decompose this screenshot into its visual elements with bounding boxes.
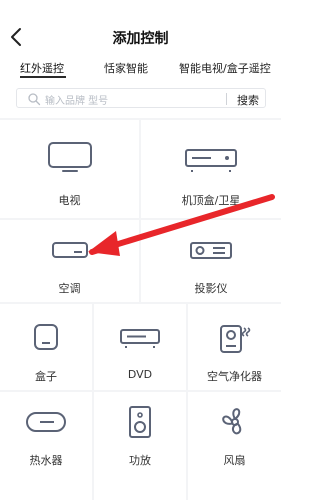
device-fan[interactable]: 风扇 xyxy=(188,392,281,500)
device-label: DVD xyxy=(127,368,153,381)
device-label: 热水器 xyxy=(29,454,63,467)
device-label: 风扇 xyxy=(223,454,246,467)
device-water-heater[interactable]: 热水器 xyxy=(0,392,92,500)
air-conditioner-icon xyxy=(51,242,88,258)
search-bar: 输入品牌 型号 搜索 xyxy=(16,88,266,108)
search-input[interactable]: 输入品牌 型号 xyxy=(45,92,108,107)
search-button[interactable]: 搜索 xyxy=(237,92,259,108)
device-label: 功放 xyxy=(129,454,151,467)
device-label: 电视 xyxy=(58,194,81,207)
set-top-box-icon xyxy=(185,149,237,172)
amplifier-icon xyxy=(129,406,151,438)
device-box[interactable]: 盒子 xyxy=(0,304,92,390)
tab-tianjia-smart[interactable]: 恬家智能 xyxy=(104,60,148,76)
tv-icon xyxy=(47,142,92,172)
device-air-conditioner[interactable]: 空调 xyxy=(0,220,139,302)
device-label: 空调 xyxy=(58,282,81,295)
fan-icon xyxy=(221,408,241,435)
tab-bar: 红外遥控 恬家智能 智能电视/盒子遥控 xyxy=(0,56,281,82)
box-icon xyxy=(34,324,58,350)
tab-infrared[interactable]: 红外遥控 xyxy=(20,60,64,76)
projector-icon xyxy=(190,242,232,259)
water-heater-icon xyxy=(26,412,66,432)
device-label: 投影仪 xyxy=(194,282,228,295)
search-icon xyxy=(28,93,41,106)
device-label: 空气净化器 xyxy=(207,370,262,383)
device-amplifier[interactable]: 功放 xyxy=(94,392,186,500)
active-tab-indicator xyxy=(20,76,66,78)
device-set-top-box[interactable]: 机顶盒/卫星 xyxy=(141,120,281,218)
device-tv[interactable]: 电视 xyxy=(0,120,139,218)
device-label: 机顶盒/卫星 xyxy=(181,194,241,207)
device-label: 盒子 xyxy=(35,370,57,383)
dvd-icon xyxy=(120,329,160,348)
search-divider xyxy=(226,93,227,105)
device-dvd[interactable]: DVD xyxy=(94,304,186,390)
page-title: 添加控制 xyxy=(112,31,169,47)
header: 添加控制 xyxy=(0,0,281,56)
device-air-purifier[interactable]: 空气净化器 xyxy=(188,304,281,390)
device-projector[interactable]: 投影仪 xyxy=(141,220,281,302)
air-purifier-icon xyxy=(219,325,250,353)
tab-smart-tv-box[interactable]: 智能电视/盒子遥控 xyxy=(179,60,271,76)
